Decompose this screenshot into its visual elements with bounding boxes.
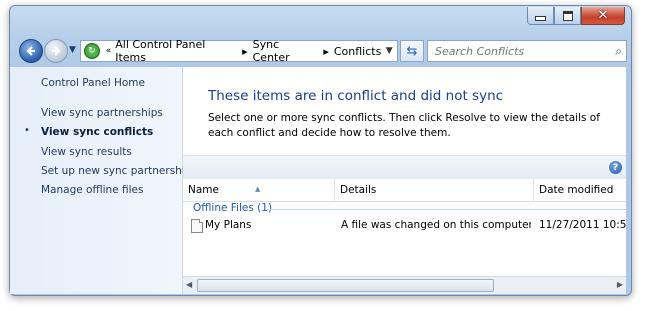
- breadcrumb-sync-center[interactable]: Sync Center: [253, 38, 319, 64]
- scrollbar-thumb[interactable]: [197, 279, 494, 292]
- close-button[interactable]: ✕: [581, 7, 625, 25]
- search-input[interactable]: [433, 43, 607, 59]
- maximize-button[interactable]: [554, 7, 581, 25]
- minimize-icon: [535, 16, 546, 21]
- back-arrow-icon: [26, 46, 35, 56]
- refresh-icon: ⇆: [406, 43, 418, 59]
- explorer-window: ✕ ▼ ↻ « All Control Panel Items ▸ Sync C…: [9, 5, 632, 296]
- sidebar-item-manage-offline-files[interactable]: Manage offline files: [41, 184, 143, 196]
- scroll-right-icon[interactable]: ▶: [617, 280, 623, 289]
- sidebar-item-view-sync-conflicts[interactable]: View sync conflicts: [41, 126, 153, 138]
- page-description: Select one or more sync conflicts. Then …: [208, 112, 600, 139]
- sidebar-item-view-sync-results[interactable]: View sync results: [41, 146, 132, 158]
- active-item-bullet-icon: •: [24, 125, 30, 136]
- maximize-icon: [562, 10, 573, 21]
- address-bar[interactable]: ↻ « All Control Panel Items ▸ Sync Cente…: [80, 38, 398, 64]
- document-icon: [191, 219, 203, 233]
- row-name: My Plans: [205, 219, 252, 231]
- column-header-date-label: Date modified: [539, 184, 614, 196]
- breadcrumb-all-control-panel-items[interactable]: All Control Panel Items: [115, 38, 237, 64]
- close-icon: ✕: [597, 8, 609, 23]
- sidebar-item-set-up-new-sync-partnerships[interactable]: Set up new sync partnerships: [41, 165, 197, 177]
- content-pane: These items are in conflict and did not …: [183, 67, 626, 294]
- row-details: A file was changed on this computer and.…: [341, 219, 531, 231]
- chevron-left-icon[interactable]: «: [106, 46, 112, 56]
- back-button[interactable]: [19, 39, 43, 63]
- toolbar: ?: [183, 155, 626, 180]
- minimize-button[interactable]: [527, 7, 554, 25]
- column-headers: Name ▲ Details Date modified: [183, 179, 626, 202]
- row-date-modified: 11/27/2011 10:59 AM: [539, 219, 626, 231]
- breadcrumb-separator-icon[interactable]: ▸: [242, 45, 248, 58]
- control-panel-home-link[interactable]: Control Panel Home: [41, 77, 145, 89]
- sidebar-item-view-sync-partnerships[interactable]: View sync partnerships: [41, 107, 163, 119]
- help-icon[interactable]: ?: [609, 161, 622, 174]
- page-title: These items are in conflict and did not …: [208, 88, 504, 104]
- forward-button[interactable]: [44, 39, 68, 63]
- recent-pages-dropdown[interactable]: ▼: [69, 45, 76, 55]
- breadcrumb-conflicts[interactable]: Conflicts: [334, 45, 381, 58]
- table-row[interactable]: My Plans A file was changed on this comp…: [183, 217, 626, 235]
- group-header-offline-files[interactable]: Offline Files (1): [193, 202, 272, 214]
- horizontal-scrollbar[interactable]: ◀ ▶: [183, 276, 626, 294]
- task-pane: Control Panel Home View sync partnership…: [10, 67, 197, 294]
- sort-ascending-icon: ▲: [255, 185, 261, 193]
- column-header-date-modified[interactable]: Date modified: [534, 179, 626, 201]
- navigation-bar: ▼ ↻ « All Control Panel Items ▸ Sync Cen…: [17, 37, 627, 65]
- group-divider: [267, 209, 626, 210]
- search-icon[interactable]: ⌕: [615, 44, 622, 59]
- caption-buttons: ✕: [527, 7, 625, 25]
- column-header-details-label: Details: [340, 184, 377, 196]
- sync-center-icon: ↻: [84, 43, 100, 59]
- column-header-name[interactable]: Name ▲: [183, 179, 335, 201]
- breadcrumb-separator-icon[interactable]: ▸: [323, 45, 329, 58]
- column-header-details[interactable]: Details: [335, 179, 534, 201]
- column-header-name-label: Name: [188, 184, 219, 196]
- refresh-button[interactable]: ⇆: [400, 40, 424, 62]
- scroll-left-icon[interactable]: ◀: [186, 280, 192, 289]
- forward-arrow-icon: [52, 46, 61, 56]
- address-dropdown-icon[interactable]: ▼: [381, 46, 397, 56]
- search-box[interactable]: ⌕: [427, 40, 627, 62]
